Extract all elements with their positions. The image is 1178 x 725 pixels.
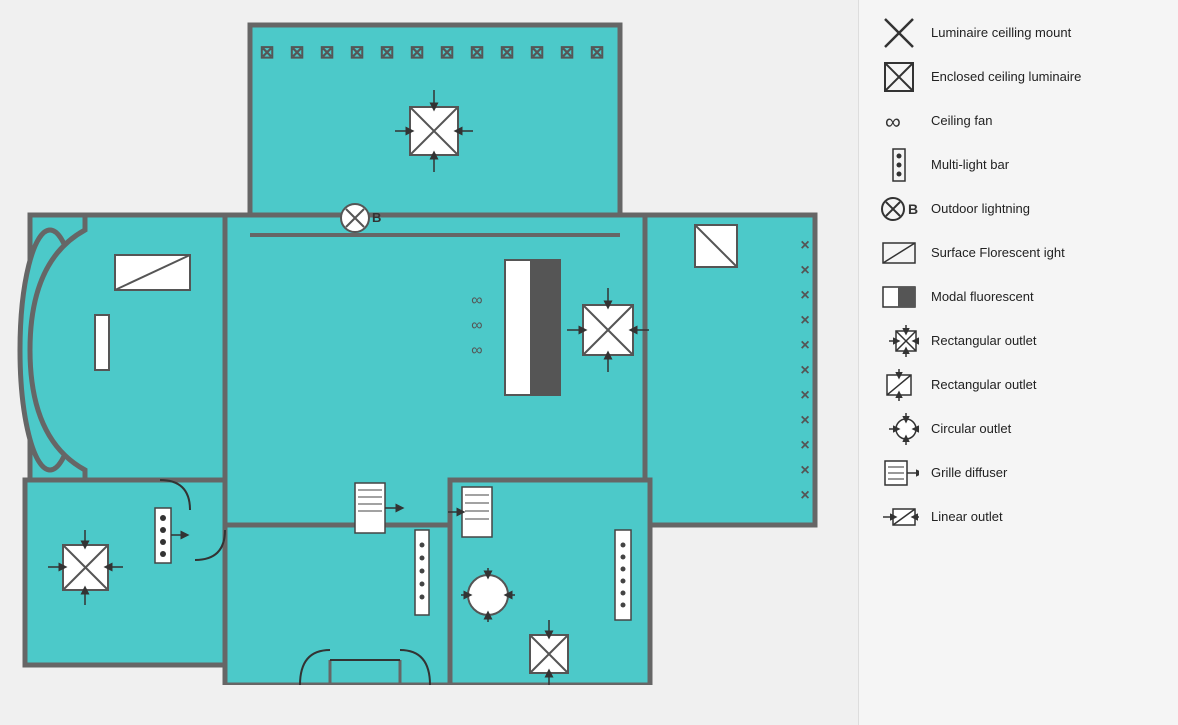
grille-diffuser-icon bbox=[879, 455, 919, 491]
svg-text:×: × bbox=[800, 437, 809, 454]
legend-panel: Luminaire ceilling mount Enclosed ceilin… bbox=[858, 0, 1178, 725]
svg-text:×: × bbox=[800, 362, 809, 379]
grille-diffuser-label: Grille diffuser bbox=[931, 465, 1007, 482]
svg-text:⊠: ⊠ bbox=[289, 42, 304, 62]
svg-text:×: × bbox=[800, 262, 809, 279]
svg-text:×: × bbox=[800, 462, 809, 479]
legend-item-circular-outlet: Circular outlet bbox=[879, 411, 1158, 447]
surface-fluorescent-icon bbox=[879, 235, 919, 271]
legend-item-outdoor-lightning: B Outdoor lightning bbox=[879, 191, 1158, 227]
svg-text:∞: ∞ bbox=[471, 342, 482, 359]
svg-text:⊠: ⊠ bbox=[469, 42, 484, 62]
legend-item-rectangular-outlet-1: Rectangular outlet bbox=[879, 323, 1158, 359]
enclosed-ceiling-label: Enclosed ceiling luminaire bbox=[931, 69, 1081, 86]
enclosed-ceiling-icon bbox=[879, 59, 919, 95]
svg-text:⊠: ⊠ bbox=[349, 42, 364, 62]
svg-text:⊠: ⊠ bbox=[559, 42, 574, 62]
floor-plan-area: ⊠ ⊠ ⊠ ⊠ ⊠ ⊠ ⊠ ⊠ ⊠ ⊠ ⊠ ⊠ B bbox=[0, 0, 858, 725]
modal-fluorescent-icon bbox=[879, 279, 919, 315]
linear-outlet-icon bbox=[879, 499, 919, 535]
legend-item-enclosed-ceiling: Enclosed ceiling luminaire bbox=[879, 59, 1158, 95]
circular-outlet-icon bbox=[879, 411, 919, 447]
svg-text:×: × bbox=[800, 487, 809, 504]
svg-text:∞: ∞ bbox=[471, 292, 482, 309]
svg-text:×: × bbox=[800, 337, 809, 354]
luminaire-ceiling-label: Luminaire ceilling mount bbox=[931, 25, 1071, 42]
svg-text:B: B bbox=[372, 210, 381, 225]
legend-item-rectangular-outlet-2: Rectangular outlet bbox=[879, 367, 1158, 403]
svg-text:⊠: ⊠ bbox=[529, 42, 544, 62]
legend-item-linear-outlet: Linear outlet bbox=[879, 499, 1158, 535]
outdoor-lightning-icon: B bbox=[879, 191, 919, 227]
linear-outlet-label: Linear outlet bbox=[931, 509, 1003, 526]
rectangular-outlet-1-icon bbox=[879, 323, 919, 359]
svg-text:∞: ∞ bbox=[471, 317, 482, 334]
svg-text:×: × bbox=[800, 312, 809, 329]
svg-text:×: × bbox=[800, 387, 809, 404]
legend-item-surface-fluorescent: Surface Florescent ight bbox=[879, 235, 1158, 271]
modal-fluorescent-label: Modal fluorescent bbox=[931, 289, 1034, 306]
outdoor-lightning-label: Outdoor lightning bbox=[931, 201, 1030, 218]
svg-text:⊠: ⊠ bbox=[499, 42, 514, 62]
ceiling-fan-icon: ∞ bbox=[879, 103, 919, 139]
circular-outlet-label: Circular outlet bbox=[931, 421, 1011, 438]
legend-item-grille-diffuser: Grille diffuser bbox=[879, 455, 1158, 491]
surface-fluorescent-label: Surface Florescent ight bbox=[931, 245, 1065, 262]
svg-text:∞: ∞ bbox=[885, 109, 901, 134]
legend-item-luminaire-ceiling: Luminaire ceilling mount bbox=[879, 15, 1158, 51]
svg-text:⊠: ⊠ bbox=[409, 42, 424, 62]
legend-item-modal-fluorescent: Modal fluorescent bbox=[879, 279, 1158, 315]
rectangular-outlet-2-icon bbox=[879, 367, 919, 403]
luminaire-ceiling-icon bbox=[879, 15, 919, 51]
legend-item-ceiling-fan: ∞ Ceiling fan bbox=[879, 103, 1158, 139]
multi-light-label: Multi-light bar bbox=[931, 157, 1009, 174]
svg-text:×: × bbox=[800, 412, 809, 429]
rectangular-outlet-2-label: Rectangular outlet bbox=[931, 377, 1037, 394]
svg-text:⊠: ⊠ bbox=[319, 42, 334, 62]
svg-text:⊠: ⊠ bbox=[439, 42, 454, 62]
svg-text:×: × bbox=[800, 287, 809, 304]
legend-item-multi-light: Multi-light bar bbox=[879, 147, 1158, 183]
rectangular-outlet-1-label: Rectangular outlet bbox=[931, 333, 1037, 350]
floor-plan-svg: ⊠ ⊠ ⊠ ⊠ ⊠ ⊠ ⊠ ⊠ ⊠ ⊠ ⊠ ⊠ B bbox=[0, 0, 820, 685]
svg-text:⊠: ⊠ bbox=[589, 42, 604, 62]
svg-text:⊠: ⊠ bbox=[379, 42, 394, 62]
multi-light-icon bbox=[879, 147, 919, 183]
svg-text:×: × bbox=[800, 237, 809, 254]
svg-text:B: B bbox=[908, 201, 918, 217]
svg-text:⊠: ⊠ bbox=[259, 42, 274, 62]
ceiling-fan-label: Ceiling fan bbox=[931, 113, 992, 130]
